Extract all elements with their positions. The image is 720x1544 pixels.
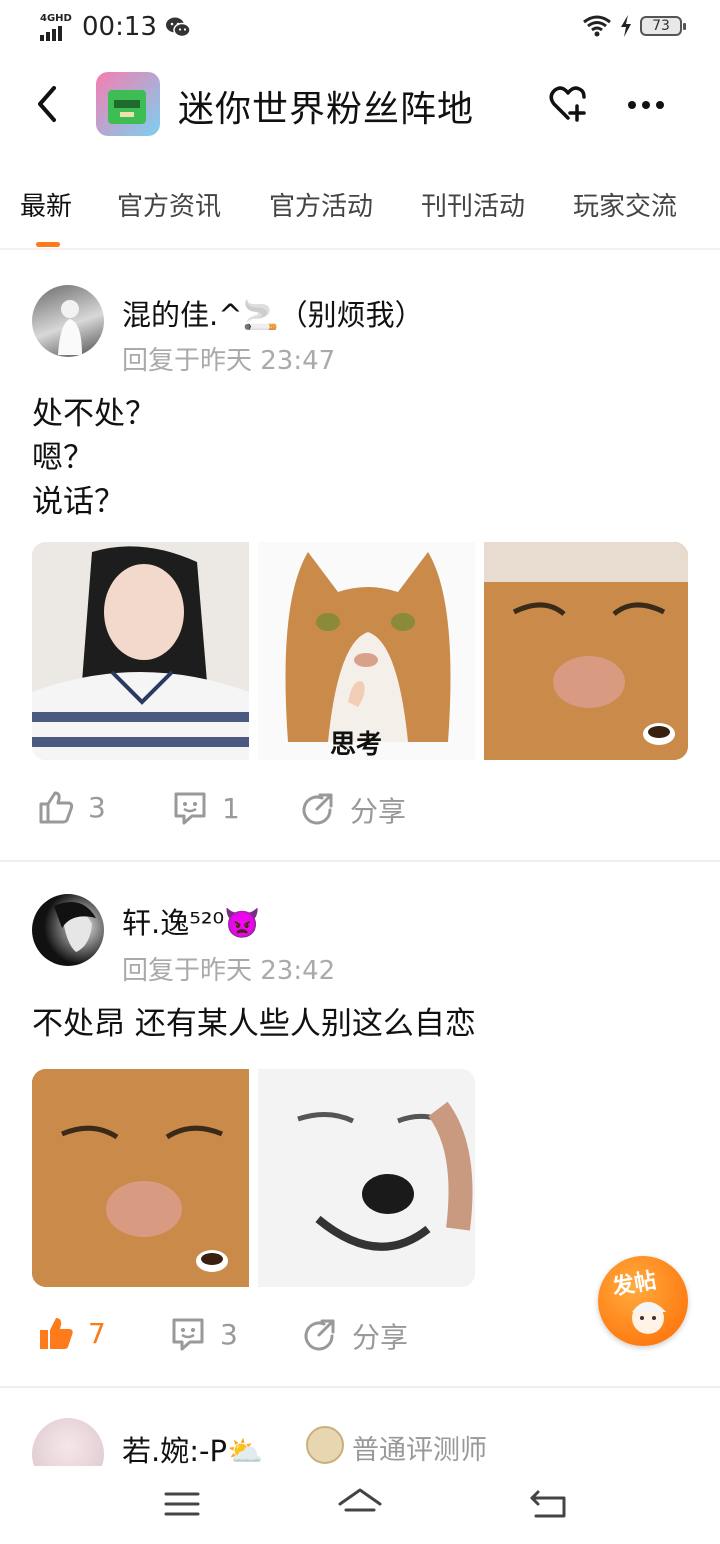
avatar[interactable] — [32, 1418, 104, 1466]
more-options-icon[interactable] — [628, 90, 668, 120]
status-bar: 4GHD 00:13 73 — [0, 0, 720, 56]
post-divider — [0, 860, 720, 862]
reviewer-badge-icon — [306, 1426, 344, 1464]
post-content: 处不处？ 嗯？ 说话？ — [32, 392, 156, 524]
cell-signal-icon: 4GHD — [40, 13, 74, 41]
tab-magazine-events[interactable]: 刊刊活动 — [421, 186, 525, 223]
tab-official-news[interactable]: 官方资讯 — [117, 186, 221, 223]
tab-latest[interactable]: 最新 — [20, 186, 72, 223]
image-caption: 思考 — [330, 730, 383, 760]
page-title: 迷你世界粉丝阵地 — [178, 89, 475, 130]
username[interactable]: 混的佳.^🚬（别烦我） — [122, 292, 424, 334]
username[interactable]: 若.婉:-P⛅ — [122, 1428, 263, 1466]
forum-game-icon — [96, 72, 160, 136]
home-icon[interactable] — [336, 1484, 384, 1524]
comment-count: 3 — [220, 1317, 238, 1351]
share-icon — [304, 1319, 335, 1351]
battery-indicator: 73 — [640, 16, 686, 36]
reply-time: 回复于昨天 23:42 — [122, 956, 336, 986]
post-image-dog[interactable] — [258, 1069, 475, 1287]
tab-player-exchange[interactable]: 玩家交流 — [573, 186, 677, 223]
content-line: 处不处？ — [32, 396, 156, 432]
comment-button[interactable]: 3 — [170, 1316, 238, 1352]
post-actions: 3 1 分享 — [0, 790, 720, 840]
like-button[interactable]: 7 — [38, 1316, 106, 1350]
wifi-icon — [583, 15, 611, 37]
avatar[interactable] — [32, 894, 104, 966]
active-tab-indicator — [36, 242, 60, 247]
like-count: 3 — [88, 790, 106, 824]
category-tabs: 最新 官方资讯 官方活动 刊刊活动 玩家交流 — [0, 180, 720, 247]
username[interactable]: 轩.逸⁵²⁰👿 — [122, 900, 260, 942]
share-icon — [302, 793, 333, 825]
thumbs-up-icon — [39, 791, 74, 824]
share-button[interactable]: 分享 — [300, 790, 406, 830]
like-button[interactable]: 3 — [38, 790, 106, 824]
back-arrow-icon[interactable] — [30, 82, 66, 126]
content-line: 说话？ — [32, 484, 125, 520]
system-nav-bar — [0, 1466, 720, 1544]
comment-icon — [172, 1318, 204, 1351]
menu-icon[interactable] — [160, 1484, 204, 1524]
user-badge: 普通评测师 — [352, 1435, 487, 1466]
content-line: 嗯？ — [32, 440, 94, 476]
tab-official-events[interactable]: 官方活动 — [269, 186, 373, 223]
post-image-cat-tea[interactable] — [32, 1069, 249, 1287]
comment-button[interactable]: 1 — [172, 790, 240, 826]
post-image-cat-thinking[interactable]: 思考 — [258, 542, 475, 760]
share-label: 分享 — [350, 795, 407, 828]
post-card[interactable]: 若.婉:-P⛅ 普通评测师 — [0, 1388, 720, 1466]
battery-level: 73 — [652, 18, 670, 34]
post-image-cat-tea[interactable] — [484, 542, 688, 760]
tab-divider — [0, 248, 720, 250]
thumbs-up-filled-icon — [40, 1318, 73, 1349]
avatar[interactable] — [32, 285, 104, 357]
content-line: 不处昂 还有某人些人别这么自恋 — [32, 1006, 476, 1042]
wechat-icon — [165, 17, 191, 38]
post-content: 不处昂 还有某人些人别这么自恋 — [32, 1002, 476, 1046]
network-type: 4GHD — [40, 13, 72, 24]
comment-icon — [174, 792, 206, 825]
back-nav-icon[interactable] — [528, 1484, 572, 1524]
comment-count: 1 — [222, 791, 240, 825]
new-post-button[interactable]: 发帖 — [598, 1256, 688, 1346]
like-count: 7 — [88, 1316, 106, 1350]
app-header: 迷你世界粉丝阵地 — [0, 60, 720, 150]
share-button[interactable]: 分享 — [302, 1316, 408, 1356]
charging-icon — [621, 15, 631, 37]
share-label: 分享 — [352, 1321, 409, 1354]
post-image-girl[interactable] — [32, 542, 249, 760]
reply-time: 回复于昨天 23:47 — [122, 346, 336, 376]
mascot-icon — [632, 1302, 666, 1334]
clock: 00:13 — [82, 12, 157, 42]
follow-heart-icon[interactable] — [546, 82, 590, 126]
